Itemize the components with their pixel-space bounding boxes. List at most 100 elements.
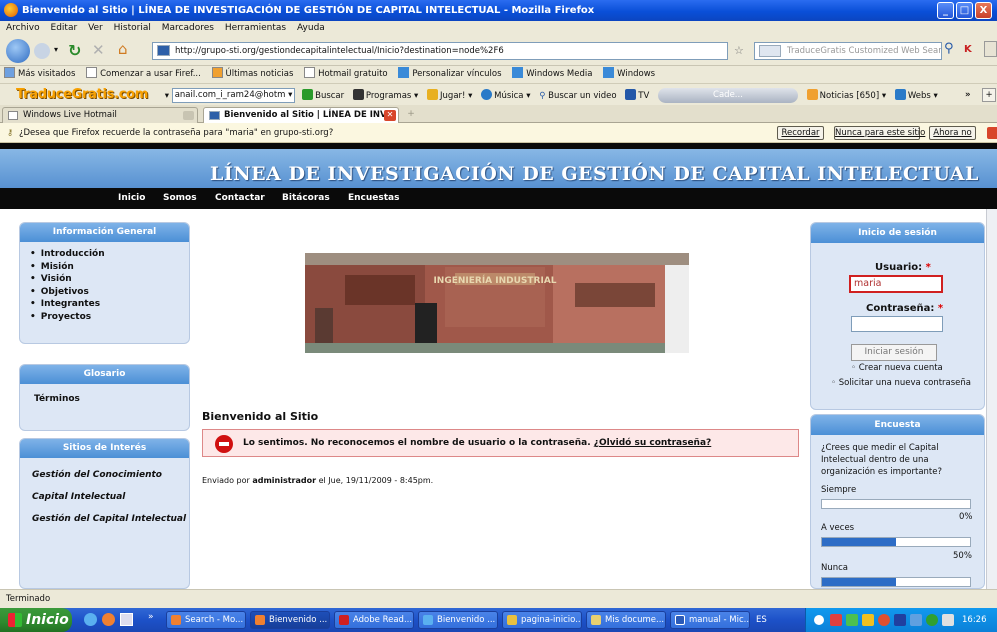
antivirus-icon[interactable] bbox=[830, 614, 842, 626]
author-link[interactable]: administrador bbox=[252, 476, 316, 485]
firefox-quicklaunch-icon[interactable] bbox=[102, 613, 115, 626]
forward-button[interactable] bbox=[34, 43, 50, 59]
bookmark-windows[interactable]: Windows bbox=[603, 66, 655, 83]
bookmark-mas-visitados[interactable]: Más visitados bbox=[4, 66, 75, 83]
task-bienvenido-active[interactable]: Bienvenido ... bbox=[250, 611, 330, 629]
history-dropdown-icon[interactable]: ▾ bbox=[54, 45, 58, 54]
close-bar-icon[interactable] bbox=[987, 127, 997, 139]
menu-herramientas[interactable]: Herramientas bbox=[225, 23, 286, 33]
bookmark-star-icon[interactable]: ☆ bbox=[734, 44, 744, 57]
buscar-button[interactable]: Buscar bbox=[302, 85, 344, 106]
task-manual[interactable]: manual - Mic... bbox=[670, 611, 750, 629]
stop-icon[interactable]: ✕ bbox=[92, 41, 105, 59]
tab-close-icon[interactable]: ✕ bbox=[384, 110, 396, 121]
tv-button[interactable]: TV bbox=[625, 85, 649, 106]
maximize-button[interactable]: □ bbox=[956, 2, 973, 19]
link-introduccion[interactable]: Introducción bbox=[30, 248, 189, 261]
jugar-button[interactable]: Jugar! ▾ bbox=[427, 85, 472, 106]
musica-button[interactable]: Música ▾ bbox=[481, 85, 530, 106]
link-integrantes[interactable]: Integrantes bbox=[30, 298, 189, 311]
menu-ayuda[interactable]: Ayuda bbox=[297, 23, 325, 33]
programas-button[interactable]: Programas ▾ bbox=[352, 85, 418, 106]
nav-somos[interactable]: Somos bbox=[163, 188, 197, 209]
tab-hotmail[interactable]: Windows Live Hotmail bbox=[2, 107, 198, 123]
page-scrollbar[interactable] bbox=[986, 209, 997, 589]
username-input[interactable]: maria bbox=[849, 275, 943, 293]
clock[interactable]: 16:26 bbox=[962, 608, 987, 632]
bluetooth-icon[interactable] bbox=[894, 614, 906, 626]
link-vision[interactable]: Visión bbox=[30, 273, 189, 286]
bookmark-comenzar[interactable]: Comenzar a usar Firef... bbox=[86, 66, 201, 83]
network-icon[interactable] bbox=[846, 614, 858, 626]
link-proyectos[interactable]: Proyectos bbox=[30, 311, 189, 324]
close-button[interactable]: X bbox=[975, 2, 992, 19]
bookmark-personalizar[interactable]: Personalizar vínculos bbox=[398, 66, 502, 83]
tray-app-icon[interactable] bbox=[878, 614, 890, 626]
volume-icon[interactable] bbox=[942, 614, 954, 626]
address-bar[interactable]: http://grupo-sti.org/gestiondecapitalint… bbox=[152, 42, 728, 60]
security-icon[interactable] bbox=[862, 614, 874, 626]
reload-icon[interactable]: ↻ bbox=[68, 41, 81, 60]
ahora-no-button[interactable]: Ahora no bbox=[929, 126, 976, 140]
bookmark-ultimas-noticias[interactable]: Últimas noticias bbox=[211, 66, 293, 83]
nav-contactar[interactable]: Contactar bbox=[215, 188, 265, 209]
back-button[interactable] bbox=[6, 39, 30, 63]
language-indicator[interactable]: ES bbox=[756, 608, 767, 632]
desktop-quicklaunch-icon[interactable] bbox=[120, 613, 133, 626]
link-gestion-conocimiento[interactable]: Gestión del Conocimiento bbox=[20, 464, 189, 486]
bookmark-windows-media[interactable]: Windows Media bbox=[512, 66, 592, 83]
request-password-link[interactable]: ◦ Solicitar una nueva contraseña bbox=[831, 378, 971, 388]
link-gestion-capital[interactable]: Gestión del Capital Intelectual bbox=[20, 508, 189, 530]
link-terminos[interactable]: Términos bbox=[20, 384, 189, 404]
addon-k-icon[interactable]: K bbox=[964, 44, 972, 55]
menu-editar[interactable]: Editar bbox=[51, 23, 78, 33]
recordar-button[interactable]: Recordar bbox=[777, 126, 824, 140]
task-bienvenido-ie[interactable]: Bienvenido ... bbox=[418, 611, 498, 629]
noticias-button[interactable]: Noticias [650] ▾ bbox=[806, 85, 886, 106]
task-adobe[interactable]: Adobe Read... bbox=[334, 611, 414, 629]
start-button[interactable]: Inicio bbox=[0, 608, 72, 632]
minimize-button[interactable]: _ bbox=[937, 2, 954, 19]
traducegratis-logo[interactable]: TraduceGratis.com bbox=[16, 84, 148, 105]
menu-ver[interactable]: Ver bbox=[88, 23, 103, 33]
add-tab-icon[interactable]: + bbox=[982, 88, 996, 102]
menu-historial[interactable]: Historial bbox=[114, 23, 151, 33]
create-account-link[interactable]: ◦ Crear nueva cuenta bbox=[851, 363, 943, 373]
link-capital-intelectual[interactable]: Capital Intelectual bbox=[20, 486, 189, 508]
link-mision[interactable]: Misión bbox=[30, 261, 189, 274]
task-pagina-inicio[interactable]: pagina-inicio... bbox=[502, 611, 582, 629]
ie-quicklaunch-icon[interactable] bbox=[84, 613, 97, 626]
logo-dropdown-icon[interactable]: ▾ bbox=[165, 85, 169, 106]
link-objetivos[interactable]: Objetivos bbox=[30, 286, 189, 299]
password-input[interactable] bbox=[851, 316, 943, 332]
search-input[interactable]: TraduceGratis Customized Web Search bbox=[754, 42, 942, 60]
nav-encuestas[interactable]: Encuestas bbox=[348, 188, 400, 209]
search-engine-icon[interactable] bbox=[759, 45, 781, 57]
nav-bitacoras[interactable]: Bitácoras bbox=[282, 188, 330, 209]
buscar-video-button[interactable]: ⚲ Buscar un video bbox=[539, 85, 616, 106]
menu-archivo[interactable]: Archivo bbox=[6, 23, 40, 33]
monitor-icon[interactable] bbox=[910, 614, 922, 626]
login-button[interactable]: Iniciar sesión bbox=[851, 344, 937, 361]
tab-bienvenido[interactable]: Bienvenido al Sitio | LÍNEA DE INV... ✕ bbox=[203, 107, 399, 123]
password-label-text: Contraseña: bbox=[866, 303, 935, 314]
email-select[interactable]: anail.com_i_ram24@hotm ▾ bbox=[171, 88, 296, 103]
search-go-icon[interactable]: ⚲ bbox=[944, 41, 954, 56]
update-icon[interactable] bbox=[926, 614, 938, 626]
menu-marcadores[interactable]: Marcadores bbox=[162, 23, 214, 33]
new-tab-icon[interactable]: + bbox=[404, 107, 418, 121]
tab-close-icon[interactable] bbox=[183, 111, 194, 120]
task-search[interactable]: Search - Mo... bbox=[166, 611, 246, 629]
task-mis-documentos[interactable]: Mis docume... bbox=[586, 611, 666, 629]
home-icon[interactable]: ⌂ bbox=[118, 40, 128, 58]
webs-button[interactable]: Webs ▾ bbox=[894, 85, 938, 106]
quicklaunch-more[interactable]: » bbox=[148, 612, 154, 622]
nunca-button[interactable]: Nunca para este sitio bbox=[834, 126, 925, 140]
tray-arrow-icon[interactable] bbox=[814, 615, 824, 625]
toolbar-overflow-button[interactable]: » bbox=[965, 84, 971, 105]
bookmark-hotmail[interactable]: Hotmail gratuito bbox=[304, 66, 388, 83]
forgot-password-link[interactable]: ¿Olvidó su contraseña? bbox=[594, 438, 711, 448]
nav-inicio[interactable]: Inicio bbox=[118, 188, 145, 209]
addon-icon[interactable] bbox=[984, 41, 997, 57]
radio-player[interactable]: Cade... bbox=[657, 88, 798, 103]
